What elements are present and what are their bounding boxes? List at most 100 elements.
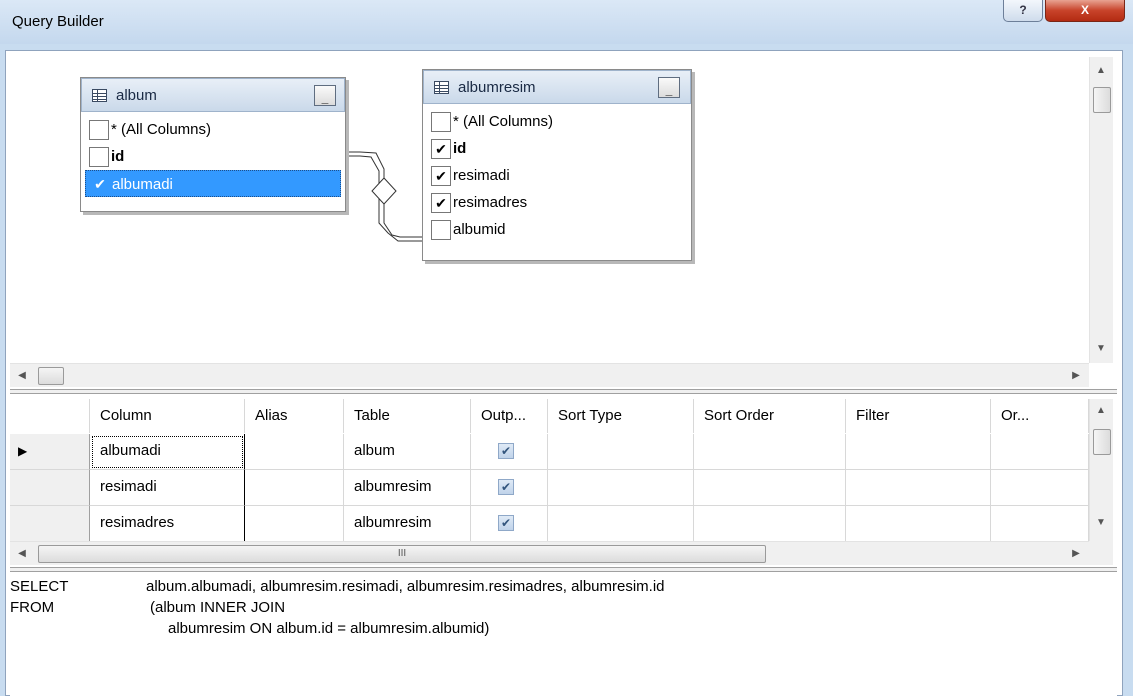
table-box-header[interactable]: album _ — [81, 78, 345, 112]
cell-or[interactable] — [991, 434, 1089, 470]
cell-sort-order[interactable] — [694, 434, 846, 470]
column-row-selected[interactable]: ✔ albumadi — [85, 170, 341, 197]
scroll-up-icon[interactable]: ▲ — [1091, 65, 1111, 76]
sql-pane[interactable]: SELECT album.albumadi, albumresim.resima… — [10, 574, 1117, 696]
cell-sort-type[interactable] — [548, 434, 694, 470]
grid-header-sort-type[interactable]: Sort Type — [548, 399, 694, 433]
scroll-grip-icon: III — [397, 548, 407, 559]
output-checkbox[interactable]: ✔ — [498, 515, 514, 531]
scroll-up-icon[interactable]: ▲ — [1091, 405, 1111, 416]
grid-header-alias[interactable]: Alias — [245, 399, 344, 433]
column-row[interactable]: albumid — [427, 216, 687, 243]
cell-sort-type[interactable] — [548, 470, 694, 506]
column-label: id — [453, 140, 467, 157]
scroll-thumb[interactable]: III — [38, 545, 766, 563]
column-label: resimadi — [453, 167, 510, 184]
cell-output[interactable]: ✔ — [471, 506, 548, 541]
sql-join-clause: albumresim ON album.id = albumresim.albu… — [168, 620, 490, 637]
cell-filter[interactable] — [846, 434, 991, 470]
cell-alias[interactable] — [245, 470, 344, 506]
column-row[interactable]: id — [85, 143, 341, 170]
scroll-right-icon[interactable]: ▶ — [1066, 370, 1086, 381]
cell-sort-type[interactable] — [548, 506, 694, 541]
row-selector[interactable] — [10, 506, 90, 541]
column-checkbox[interactable]: ✔ — [90, 175, 110, 195]
grid-header-column[interactable]: Column — [90, 399, 245, 433]
table-row[interactable]: resimadres albumresim ✔ — [10, 506, 1089, 541]
sql-keyword-select: SELECT — [10, 578, 69, 595]
cell-alias[interactable] — [245, 434, 344, 470]
column-label: albumid — [453, 221, 506, 238]
scroll-thumb[interactable] — [1093, 87, 1111, 113]
help-button[interactable]: ? — [1003, 0, 1043, 22]
column-checkbox[interactable] — [89, 147, 109, 167]
column-row[interactable]: ✔ id — [427, 135, 687, 162]
column-checkbox[interactable] — [89, 120, 109, 140]
table-icon — [434, 81, 449, 94]
grid-header-table[interactable]: Table — [344, 399, 471, 433]
table-box-album[interactable]: album _ * (All Columns) id ✔ albumadi — [80, 77, 346, 212]
scroll-down-icon[interactable]: ▼ — [1091, 343, 1111, 354]
cell-or[interactable] — [991, 506, 1089, 541]
criteria-grid[interactable]: Column Alias Table Outp... Sort Type Sor… — [10, 399, 1089, 541]
query-builder-window: Query Builder ? X album _ * (All Columns… — [0, 0, 1133, 696]
pane-splitter[interactable] — [10, 567, 1117, 572]
column-row[interactable]: * (All Columns) — [85, 116, 341, 143]
table-box-header[interactable]: albumresim _ — [423, 70, 691, 104]
scroll-left-icon[interactable]: ◀ — [12, 370, 32, 381]
cell-filter[interactable] — [846, 470, 991, 506]
scroll-left-icon[interactable]: ◀ — [12, 548, 32, 559]
scroll-down-icon[interactable]: ▼ — [1091, 517, 1111, 528]
cell-sort-order[interactable] — [694, 506, 846, 541]
minimize-button[interactable]: _ — [314, 85, 336, 106]
cell-column[interactable]: resimadres — [90, 506, 245, 541]
cell-alias[interactable] — [245, 506, 344, 541]
cell-filter[interactable] — [846, 506, 991, 541]
join-diamond-icon — [371, 177, 397, 205]
column-label: * (All Columns) — [111, 121, 212, 138]
cell-or[interactable] — [991, 470, 1089, 506]
diagram-vertical-scrollbar[interactable]: ▲ ▼ — [1089, 57, 1113, 363]
cell-table[interactable]: album — [344, 434, 471, 470]
output-checkbox[interactable]: ✔ — [498, 479, 514, 495]
cell-column[interactable]: resimadi — [90, 470, 245, 506]
grid-header-row: Column Alias Table Outp... Sort Type Sor… — [10, 399, 1089, 433]
output-checkbox[interactable]: ✔ — [498, 443, 514, 459]
cell-sort-order[interactable] — [694, 470, 846, 506]
diagram-pane[interactable]: album _ * (All Columns) id ✔ albumadi al… — [10, 57, 1089, 363]
table-row[interactable]: ▶ albumadi album ✔ — [10, 434, 1089, 470]
grid-horizontal-scrollbar[interactable]: ◀ III ▶ — [10, 541, 1089, 565]
column-checkbox[interactable]: ✔ — [431, 166, 451, 186]
grid-header-filter[interactable]: Filter — [846, 399, 991, 433]
scroll-right-icon[interactable]: ▶ — [1066, 548, 1086, 559]
table-box-albumresim[interactable]: albumresim _ * (All Columns) ✔ id ✔ resi… — [422, 69, 692, 261]
sql-keyword-from: FROM — [10, 599, 55, 616]
scroll-thumb[interactable] — [38, 367, 64, 385]
table-row[interactable]: resimadi albumresim ✔ — [10, 470, 1089, 506]
grid-header-or[interactable]: Or... — [991, 399, 1089, 433]
minimize-button[interactable]: _ — [658, 77, 680, 98]
grid-header-output[interactable]: Outp... — [471, 399, 548, 433]
close-button[interactable]: X — [1045, 0, 1125, 22]
diagram-horizontal-scrollbar[interactable]: ◀ ▶ — [10, 363, 1089, 387]
column-checkbox[interactable]: ✔ — [431, 139, 451, 159]
cell-table[interactable]: albumresim — [344, 470, 471, 506]
column-checkbox[interactable] — [431, 220, 451, 240]
grid-header-sort-order[interactable]: Sort Order — [694, 399, 846, 433]
pane-splitter[interactable] — [10, 389, 1117, 394]
cell-output[interactable]: ✔ — [471, 470, 548, 506]
column-row[interactable]: * (All Columns) — [427, 108, 687, 135]
current-row-icon: ▶ — [18, 444, 28, 458]
cell-table[interactable]: albumresim — [344, 506, 471, 541]
cell-output[interactable]: ✔ — [471, 434, 548, 470]
cell-column[interactable]: albumadi — [90, 434, 245, 470]
column-checkbox[interactable] — [431, 112, 451, 132]
grid-vertical-scrollbar[interactable]: ▲ ▼ — [1089, 399, 1113, 541]
column-checkbox[interactable]: ✔ — [431, 193, 451, 213]
column-label: resimadres — [453, 194, 528, 211]
column-row[interactable]: ✔ resimadi — [427, 162, 687, 189]
scroll-thumb[interactable] — [1093, 429, 1111, 455]
row-selector[interactable]: ▶ — [10, 434, 90, 470]
row-selector[interactable] — [10, 470, 90, 506]
column-row[interactable]: ✔ resimadres — [427, 189, 687, 216]
